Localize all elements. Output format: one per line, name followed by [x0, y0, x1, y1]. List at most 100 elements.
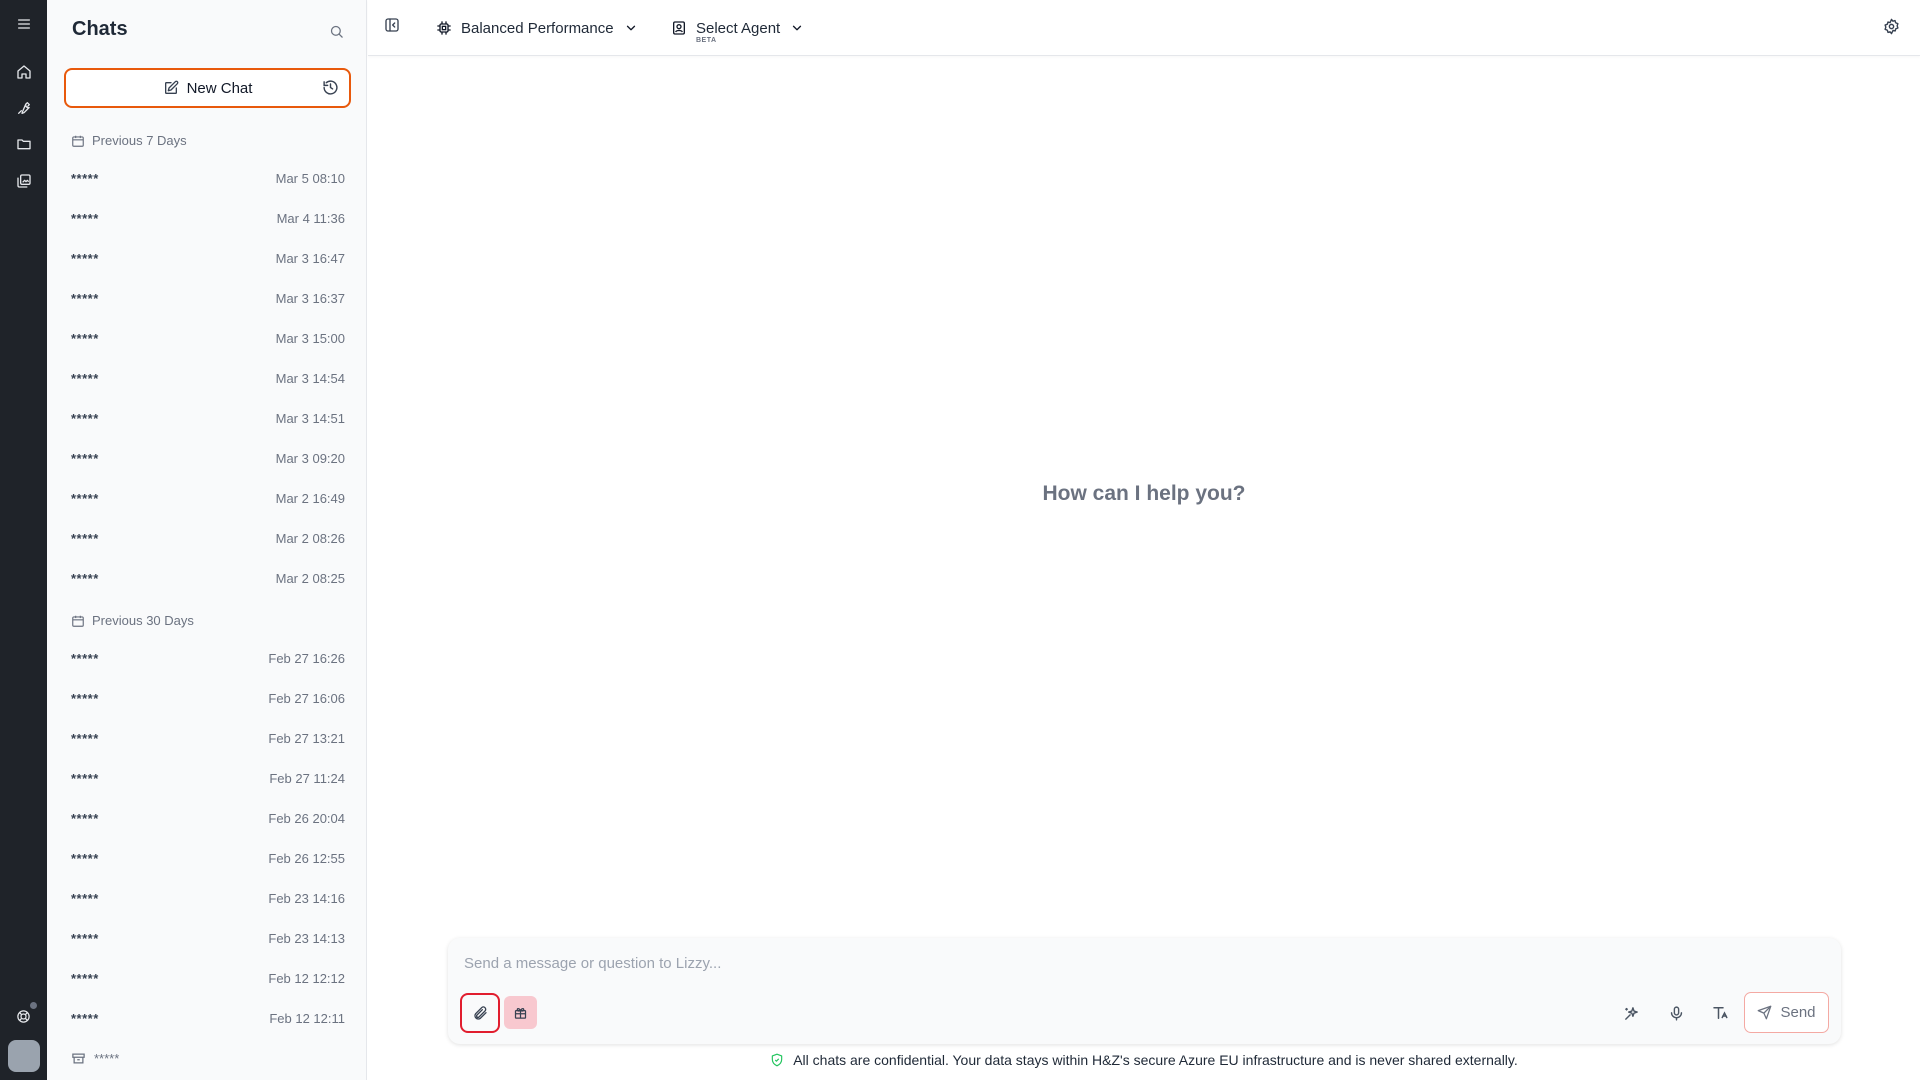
chat-timestamp: Mar 3 14:51: [275, 410, 345, 426]
chat-list-item[interactable]: ***** Mar 2 08:25: [57, 560, 359, 596]
text-format-icon[interactable]: [1707, 1000, 1733, 1026]
ruby-button[interactable]: [504, 996, 537, 1029]
chat-timestamp: Mar 5 08:10: [275, 170, 345, 186]
microphone-icon[interactable]: [1663, 1000, 1689, 1026]
edit-icon: [163, 80, 179, 96]
history-icon[interactable]: [322, 79, 339, 96]
wrench-icon[interactable]: [0, 90, 47, 126]
beta-badge: BETA: [696, 36, 717, 44]
help-icon[interactable]: [0, 1000, 47, 1032]
chat-list-item[interactable]: ***** Mar 3 15:00: [57, 320, 359, 356]
search-icon[interactable]: [325, 20, 347, 42]
chat-timestamp: Feb 27 16:06: [268, 690, 345, 706]
chat-timestamp: Feb 27 16:26: [268, 650, 345, 666]
chat-list-item[interactable]: ***** Feb 26 12:55: [57, 840, 359, 876]
chat-title: *****: [71, 810, 99, 826]
sidebar-title: Chats: [72, 18, 128, 40]
new-chat-label: New Chat: [186, 79, 253, 97]
chat-list-item[interactable]: ***** Mar 3 16:37: [57, 280, 359, 316]
chat-timestamp: Mar 3 15:00: [275, 330, 345, 346]
chat-list-item[interactable]: ***** Feb 27 16:26: [57, 640, 359, 676]
agent-selector[interactable]: Select Agent BETA: [671, 14, 804, 44]
chat-title: *****: [71, 650, 99, 666]
chat-list-item[interactable]: ***** Mar 3 14:51: [57, 400, 359, 436]
chat-title: *****: [71, 410, 99, 426]
group-previous-7-days: Previous 7 Days: [71, 133, 187, 148]
chat-timestamp: Mar 4 11:36: [276, 210, 345, 226]
chat-timestamp: Mar 3 09:20: [275, 450, 345, 466]
chat-list-item[interactable]: ***** Feb 23 14:13: [57, 920, 359, 956]
new-chat-button[interactable]: New Chat: [64, 68, 351, 108]
chat-list-item[interactable]: ***** Feb 27 13:21: [57, 720, 359, 756]
send-label: Send: [1780, 1004, 1816, 1021]
send-button[interactable]: Send: [1744, 992, 1829, 1033]
agent-label: Select Agent: [696, 19, 781, 37]
chat-list-item[interactable]: ***** Mar 3 16:47: [57, 240, 359, 276]
chat-timestamp: Mar 3 14:54: [275, 370, 345, 386]
chat-title: *****: [71, 1010, 99, 1026]
app-rail: [0, 0, 47, 1080]
chat-title: *****: [71, 570, 99, 586]
welcome-headline: How can I help you?: [1042, 482, 1246, 505]
attach-button[interactable]: [460, 993, 500, 1033]
chat-title: *****: [71, 170, 99, 186]
chat-title: *****: [71, 890, 99, 906]
chat-list-item[interactable]: ***** Mar 2 08:26: [57, 520, 359, 556]
chat-list-item[interactable]: ***** Mar 3 14:54: [57, 360, 359, 396]
chat-list-item[interactable]: ***** Mar 2 16:49: [57, 480, 359, 516]
chat-timestamp: Feb 26 20:04: [268, 810, 345, 826]
chat-timestamp: Feb 23 14:13: [268, 930, 345, 946]
chevron-down-icon: [790, 21, 804, 35]
chat-timestamp: Mar 2 08:25: [275, 570, 345, 586]
folder-icon[interactable]: [0, 126, 47, 162]
model-selector[interactable]: Balanced Performance: [436, 14, 638, 42]
chat-timestamp: Feb 27 13:21: [268, 730, 345, 746]
avatar[interactable]: [8, 1040, 40, 1072]
calendar-icon: [71, 134, 85, 148]
paperclip-icon: [472, 1005, 488, 1021]
chat-list-item[interactable]: ***** Feb 12 12:11: [57, 1000, 359, 1036]
chat-timestamp: Feb 12 12:12: [268, 970, 345, 986]
chat-timestamp: Feb 23 14:16: [268, 890, 345, 906]
sidebar-toggle-icon[interactable]: [384, 17, 400, 33]
group-label: Previous 30 Days: [92, 613, 194, 628]
chat-title: *****: [71, 930, 99, 946]
chats-sidebar: Chats New Chat Previous 7 Days ***** Mar …: [47, 0, 367, 1080]
chat-title: *****: [71, 330, 99, 346]
chat-list-item[interactable]: ***** Mar 4 11:36: [57, 200, 359, 236]
menu-icon[interactable]: [0, 6, 47, 42]
message-input[interactable]: [464, 950, 1814, 976]
gallery-icon[interactable]: [0, 163, 47, 199]
archived-group[interactable]: *****: [71, 1051, 119, 1066]
chat-list-item[interactable]: ***** Mar 3 09:20: [57, 440, 359, 476]
model-label: Balanced Performance: [461, 19, 614, 37]
chat-list-item[interactable]: ***** Feb 27 16:06: [57, 680, 359, 716]
archive-icon: [71, 1051, 86, 1066]
gear-icon[interactable]: [1883, 18, 1900, 35]
send-icon: [1757, 1005, 1772, 1020]
calendar-icon: [71, 614, 85, 628]
chat-title: *****: [71, 250, 99, 266]
chat-list-item[interactable]: ***** Feb 27 11:24: [57, 760, 359, 796]
home-icon[interactable]: [0, 54, 47, 90]
chat-timestamp: Mar 2 16:49: [275, 490, 345, 506]
chat-title: *****: [71, 450, 99, 466]
chat-list-item[interactable]: ***** Mar 5 08:10: [57, 160, 359, 196]
group-previous-30-days: Previous 30 Days: [71, 613, 194, 628]
sparkle-icon[interactable]: [1618, 1000, 1644, 1026]
archived-label: *****: [94, 1051, 120, 1066]
agent-icon: [671, 20, 687, 36]
chat-list-item[interactable]: ***** Feb 12 12:12: [57, 960, 359, 996]
chat-title: *****: [71, 210, 99, 226]
top-bar: Balanced Performance Select Agent BETA: [368, 0, 1920, 56]
chat-list-item[interactable]: ***** Feb 26 20:04: [57, 800, 359, 836]
message-composer: Send: [448, 938, 1841, 1044]
chat-title: *****: [71, 530, 99, 546]
chevron-down-icon: [624, 21, 638, 35]
chat-timestamp: Mar 3 16:47: [275, 250, 345, 266]
shield-check-icon: [770, 1053, 784, 1067]
chat-title: *****: [71, 490, 99, 506]
gift-icon: [513, 1005, 528, 1020]
chat-list-item[interactable]: ***** Feb 23 14:16: [57, 880, 359, 916]
group-label: Previous 7 Days: [92, 133, 187, 148]
